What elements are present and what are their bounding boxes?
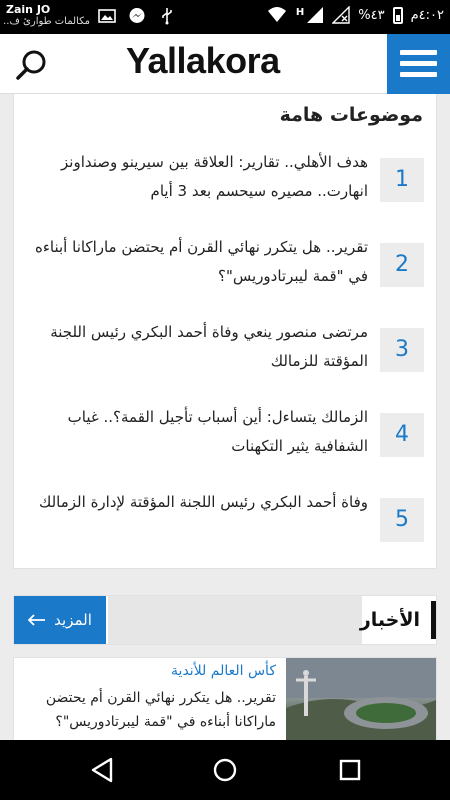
topic-item[interactable]: 4 الزمالك يتساءل: أين أسباب تأجيل القمة؟… [24, 403, 424, 473]
important-topics-card: موضوعات هامة 1 هدف الأهلي.. تقارير: العل… [13, 94, 437, 569]
topic-number: 1 [380, 158, 424, 202]
status-bar: Zain JO مكالمات طوارئ ف... H %٤٣ ٤:٠٢م [0, 0, 450, 34]
topic-item[interactable]: 2 تقرير.. هل يتكرر نهائي القرن أم يحتضن … [24, 233, 424, 303]
carrier-name: Zain JO [6, 3, 51, 16]
topic-link[interactable]: هدف الأهلي.. تقارير: العلاقة بين سيرينو … [28, 148, 368, 206]
news-thumbnail[interactable] [286, 658, 436, 740]
usb-icon [162, 8, 172, 25]
news-title: الأخبار [359, 609, 420, 631]
topic-number: 5 [380, 498, 424, 542]
system-nav-bar [0, 740, 450, 800]
no-signal-icon [332, 6, 350, 24]
menu-icon-bar [400, 72, 437, 77]
arrow-left-icon [28, 614, 46, 626]
clock: ٤:٠٢م [410, 7, 444, 23]
network-type: H [295, 6, 305, 18]
search-icon [16, 50, 46, 80]
stadium-image [286, 658, 436, 740]
news-item[interactable]: كأس العالم للأندية تقرير.. هل يتكرر نهائ… [13, 657, 437, 740]
battery-percent: %٤٣ [358, 7, 385, 23]
menu-icon-bar [400, 61, 437, 66]
menu-icon-bar [400, 50, 437, 55]
topic-link[interactable]: تقرير.. هل يتكرر نهائي القرن أم يحتضن ما… [28, 233, 368, 291]
menu-button[interactable] [387, 34, 450, 94]
topic-link[interactable]: وفاة أحمد البكري رئيس اللجنة المؤقتة لإد… [28, 488, 368, 517]
home-icon[interactable] [211, 756, 239, 784]
header-divider [108, 596, 362, 644]
topic-link[interactable]: الزمالك يتساءل: أين أسباب تأجيل القمة؟..… [28, 403, 368, 461]
topic-item[interactable]: 1 هدف الأهلي.. تقارير: العلاقة بين سيرين… [24, 148, 424, 218]
topic-item[interactable]: 5 وفاة أحمد البكري رئيس اللجنة المؤقتة ل… [24, 488, 424, 558]
topic-number: 2 [380, 243, 424, 287]
section-title: موضوعات هامة [279, 104, 423, 126]
news-section-header: الأخبار المزيد [13, 595, 437, 645]
battery-icon [392, 6, 403, 24]
notification-icons [98, 7, 176, 25]
topic-item[interactable]: 3 مرتضى منصور ينعي وفاة أحمد البكري رئيس… [24, 318, 424, 388]
system-icons: H %٤٣ ٤:٠٢م [266, 6, 444, 24]
news-headline[interactable]: تقرير.. هل يتكرر نهائي القرن أم يحتضن ما… [18, 686, 276, 734]
recent-apps-icon[interactable] [336, 756, 364, 784]
app-header: Yallakora [0, 34, 450, 94]
search-button[interactable] [12, 46, 52, 86]
signal-icon [307, 7, 324, 23]
site-logo[interactable]: Yallakora [126, 40, 280, 82]
more-button[interactable]: المزيد [14, 596, 106, 644]
image-icon [98, 9, 116, 23]
more-label: المزيد [54, 611, 92, 629]
topic-number: 4 [380, 413, 424, 457]
topic-link[interactable]: مرتضى منصور ينعي وفاة أحمد البكري رئيس ا… [28, 318, 368, 376]
news-category[interactable]: كأس العالم للأندية [171, 663, 276, 679]
back-icon[interactable] [88, 756, 116, 784]
messenger-icon [129, 8, 145, 23]
notification-text: مكالمات طوارئ ف... [4, 16, 90, 27]
topic-number: 3 [380, 328, 424, 372]
wifi-icon [267, 7, 286, 22]
